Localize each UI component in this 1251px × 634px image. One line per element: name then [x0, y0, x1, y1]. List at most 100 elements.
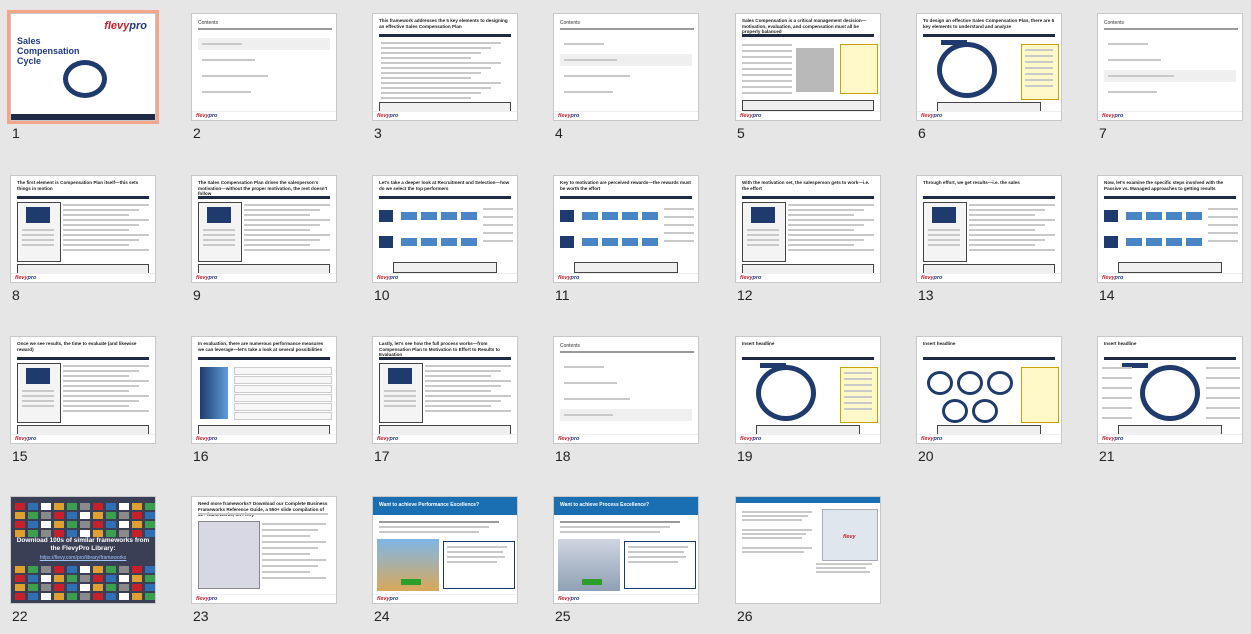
slide-thumbnail-20[interactable]: Insert headline flevypro	[916, 336, 1062, 444]
logo-text-flevy: flevy	[740, 275, 753, 281]
slide-number: 4	[555, 125, 563, 141]
flow-step	[1126, 238, 1142, 246]
slide-thumbnail-24[interactable]: Want to achieve Performance Excellence?W…	[372, 496, 518, 604]
library-thumbnail	[67, 575, 77, 582]
text-line	[381, 87, 491, 89]
side-panel	[17, 363, 61, 423]
end-header	[736, 497, 880, 503]
text-line	[447, 546, 507, 548]
flow-start-box	[1104, 210, 1118, 222]
slide-thumbnail-13[interactable]: Through effort, we get results—i.e. the …	[916, 175, 1062, 283]
contents-heading: Contents	[198, 20, 219, 26]
slide-title: Once we see results, the time to evaluat…	[17, 341, 137, 352]
slide-thumbnail-26[interactable]: flevy	[735, 496, 881, 604]
slide-thumbnail-25[interactable]: Want to achieve Process Excellence?Want …	[553, 496, 699, 604]
library-thumbnail	[119, 512, 129, 519]
text-line	[203, 239, 235, 241]
text-line	[63, 385, 139, 387]
text-line	[63, 239, 139, 241]
slide-thumbnail-7[interactable]: Contents flevypro	[1097, 13, 1243, 121]
library-link[interactable]: https://flevy.com/pro/library/frameworks	[11, 555, 155, 561]
logo-text-pro: pro	[1114, 113, 1124, 119]
note-box	[1021, 367, 1059, 423]
logo-text-flevy: flevy	[558, 113, 571, 119]
slide-footer: flevypro	[192, 111, 336, 120]
cycle-graphic	[756, 365, 816, 421]
measure-row	[234, 376, 332, 384]
library-thumbnail	[132, 575, 142, 582]
slide-thumbnail-6[interactable]: To design an effective Sales Compensatio…	[916, 13, 1062, 121]
logo-text-flevy: flevy	[921, 275, 934, 281]
text-line	[198, 28, 332, 30]
logo-text-flevy: flevy	[104, 20, 130, 32]
slide-thumbnail-14[interactable]: Now, let's examine the specific steps in…	[1097, 175, 1243, 283]
text-line	[22, 239, 54, 241]
text-line	[1108, 43, 1148, 45]
text-line	[742, 529, 812, 531]
slide-number: 11	[555, 287, 570, 303]
text-line	[381, 62, 501, 64]
flow-step	[1186, 238, 1202, 246]
slide-footer: flevypro	[736, 273, 880, 282]
slide-thumbnail-17[interactable]: Lastly, let's see how the full process w…	[372, 336, 518, 444]
flow-step	[582, 212, 598, 220]
slide-thumbnail-18[interactable]: Contents flevypro	[553, 336, 699, 444]
library-thumbnail	[119, 530, 129, 537]
section-header-bar	[923, 357, 1055, 360]
slide-thumbnail-9[interactable]: The Sales Compensation Plan drives the s…	[191, 175, 337, 283]
flevypro-logo: flevypro	[377, 596, 398, 602]
slide-thumbnail-5[interactable]: Sales Compensation is a critical managem…	[735, 13, 881, 121]
text-line	[425, 395, 511, 397]
library-thumbnail	[93, 566, 103, 573]
text-line	[381, 97, 471, 99]
flow-step	[642, 212, 658, 220]
slide-thumbnail-1[interactable]: flevypro Sales Compensation Cycle	[7, 10, 159, 124]
slide-thumbnail-3[interactable]: This framework addresses the 5 key eleme…	[372, 13, 518, 121]
logo-text-flevy: flevy	[1102, 275, 1115, 281]
text-line	[969, 244, 1035, 246]
slide-thumbnail-15[interactable]: Once we see results, the time to evaluat…	[10, 336, 156, 444]
slide-thumbnail-10[interactable]: Let's take a deeper look at Recruitment …	[372, 175, 518, 283]
slide-thumbnail-4[interactable]: Contents flevypro	[553, 13, 699, 121]
slide-title: To design an effective Sales Compensatio…	[923, 18, 1055, 29]
slide-thumbnail-22[interactable]: Download 100s of similar frameworks from…	[10, 496, 156, 604]
flow-step	[602, 238, 618, 246]
library-thumbnail	[106, 530, 116, 537]
logo-text-flevy: flevy	[377, 596, 390, 602]
contents-item	[560, 54, 692, 66]
slide-thumbnail-2[interactable]: Contents flevypro	[191, 13, 337, 121]
text-line	[425, 390, 491, 392]
learn-more-button[interactable]	[582, 579, 602, 585]
note-box	[840, 44, 878, 94]
text-line	[788, 249, 874, 251]
text-line	[844, 372, 872, 374]
library-thumbnail	[119, 584, 129, 591]
ring-graphic	[972, 399, 998, 423]
slide-number: 10	[374, 287, 390, 303]
learn-more-button[interactable]	[401, 579, 421, 585]
slide-thumbnail-12[interactable]: With the motivation set, the salesperson…	[735, 175, 881, 283]
slide-footer: flevypro	[917, 111, 1061, 120]
text-line	[203, 244, 235, 246]
library-thumbnail	[145, 575, 155, 582]
slide-thumbnail-11[interactable]: Key to motivation are perceived rewards—…	[553, 175, 699, 283]
text-line	[1206, 387, 1240, 389]
text-line	[1206, 397, 1240, 399]
text-line	[816, 563, 872, 565]
library-thumbnail	[67, 530, 77, 537]
text-line	[425, 380, 511, 382]
slide-thumbnail-16[interactable]: In evaluation, there are numerous perfor…	[191, 336, 337, 444]
library-thumbnail	[41, 503, 51, 510]
text-line	[1208, 232, 1238, 234]
slide-thumbnail-23[interactable]: Need more frameworks? Download our Compl…	[191, 496, 337, 604]
slide-footer: flevypro	[554, 594, 698, 603]
slide-thumbnail-21[interactable]: Insert headline flevypro	[1097, 336, 1243, 444]
slide-footer: flevypro	[554, 111, 698, 120]
logo-text-pro: pro	[27, 275, 37, 281]
slide-footer: flevypro	[373, 273, 517, 282]
contents-item	[198, 86, 330, 98]
slide-thumbnail-19[interactable]: Insert headline flevypro	[735, 336, 881, 444]
slide-thumbnail-8[interactable]: The first element is Compensation Plan i…	[10, 175, 156, 283]
text-line	[381, 42, 501, 44]
slide-number: 23	[193, 608, 209, 624]
